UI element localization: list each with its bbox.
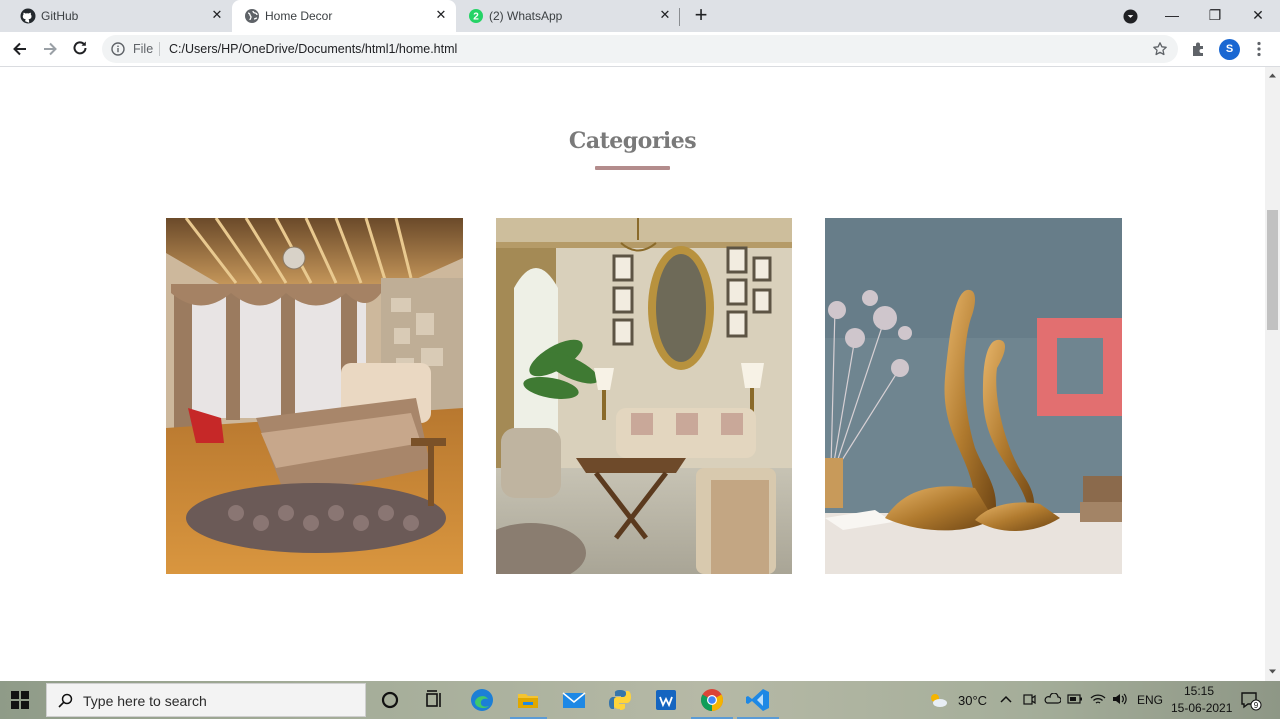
tab-search-icon[interactable]	[1123, 9, 1138, 24]
tab-close-button[interactable]: ✕	[657, 7, 673, 23]
browser-toolbar: File C:/Users/HP/OneDrive/Documents/html…	[0, 32, 1280, 67]
github-icon	[20, 8, 36, 24]
search-placeholder: Type here to search	[83, 693, 207, 709]
battery-icon[interactable]	[1067, 694, 1083, 704]
chevron-up-icon[interactable]	[1000, 694, 1012, 704]
scroll-down-arrow-icon[interactable]	[1268, 667, 1277, 676]
extensions-puzzle-icon[interactable]	[1190, 40, 1208, 58]
wifi-icon[interactable]	[1090, 692, 1106, 706]
tab-close-button[interactable]: ✕	[209, 7, 225, 23]
clock-time[interactable]: 15:15	[1184, 684, 1214, 698]
cortana-icon[interactable]	[375, 685, 405, 715]
whiteboard-icon[interactable]	[651, 685, 681, 715]
forward-arrow-icon[interactable]	[37, 36, 63, 62]
title-underline	[595, 166, 670, 170]
weather-temperature[interactable]: 30°C	[958, 693, 987, 708]
tab-close-button[interactable]: ✕	[433, 7, 449, 23]
whatsapp-icon: 2	[469, 9, 483, 23]
restore-button[interactable]: ❐	[1203, 3, 1227, 27]
address-bar[interactable]: File C:/Users/HP/OneDrive/Documents/html…	[102, 35, 1178, 63]
new-tab-button[interactable]: +	[690, 4, 712, 27]
more-menu-icon[interactable]	[1252, 40, 1266, 58]
task-view-icon[interactable]	[419, 685, 449, 715]
tab-separator	[679, 8, 680, 26]
divider	[159, 42, 160, 56]
globe-icon	[245, 9, 259, 23]
tab-home-decor[interactable]: Home Decor ✕	[232, 0, 456, 32]
notification-icon[interactable]: 9	[1240, 691, 1262, 711]
file-explorer-icon[interactable]	[513, 685, 543, 715]
minimize-button[interactable]: —	[1160, 3, 1184, 27]
category-card-bedroom[interactable]	[166, 218, 463, 574]
weather-icon[interactable]	[928, 692, 948, 708]
info-icon[interactable]	[111, 42, 125, 56]
search-icon	[58, 693, 73, 708]
tab-title: GitHub	[41, 9, 79, 23]
tab-whatsapp[interactable]: 2 (2) WhatsApp ✕	[456, 0, 680, 32]
meet-now-icon[interactable]	[1022, 692, 1036, 707]
mail-icon[interactable]	[559, 685, 589, 715]
swan-decor-photo	[825, 218, 1122, 574]
back-arrow-icon[interactable]	[7, 36, 33, 62]
scheme-label: File	[133, 42, 154, 56]
python-icon[interactable]	[605, 685, 635, 715]
bedroom-photo	[166, 218, 463, 574]
scrollbar-thumb[interactable]	[1267, 210, 1278, 330]
living-room-photo	[496, 218, 792, 574]
taskbar-search-box[interactable]: Type here to search	[46, 683, 366, 717]
scroll-up-arrow-icon[interactable]	[1268, 71, 1277, 80]
section-title: Categories	[568, 128, 697, 154]
category-card-living-room[interactable]	[496, 218, 792, 574]
volume-icon[interactable]	[1111, 692, 1128, 706]
page-viewport: Categories	[0, 67, 1265, 681]
url-text[interactable]: C:/Users/HP/OneDrive/Documents/html1/hom…	[169, 42, 457, 56]
profile-avatar[interactable]: S	[1219, 39, 1240, 60]
tab-strip: GitHub ✕ Home Decor ✕ 2 (2) WhatsApp ✕ +…	[0, 0, 1280, 32]
reload-icon[interactable]	[67, 36, 93, 62]
onedrive-icon[interactable]	[1043, 693, 1061, 705]
clock-date[interactable]: 15-06-2021	[1171, 701, 1232, 715]
svg-text:9: 9	[1254, 701, 1259, 710]
close-window-button[interactable]: ✕	[1246, 3, 1270, 27]
tab-github[interactable]: GitHub ✕	[8, 0, 232, 32]
language-indicator[interactable]: ENG	[1137, 693, 1163, 707]
svg-text:2: 2	[473, 12, 479, 23]
edge-icon[interactable]	[467, 685, 497, 715]
bookmark-star-icon[interactable]	[1152, 41, 1168, 57]
chrome-icon[interactable]	[697, 685, 727, 715]
windows-taskbar: Type here to search 30°C ENG 15:15 15-06…	[0, 681, 1280, 719]
vscode-icon[interactable]	[743, 685, 773, 715]
tab-title: (2) WhatsApp	[489, 9, 563, 23]
windows-start-icon[interactable]	[10, 690, 30, 710]
vertical-scrollbar[interactable]	[1265, 67, 1280, 681]
category-card-decor[interactable]	[825, 218, 1122, 574]
tab-title: Home Decor	[265, 9, 333, 23]
